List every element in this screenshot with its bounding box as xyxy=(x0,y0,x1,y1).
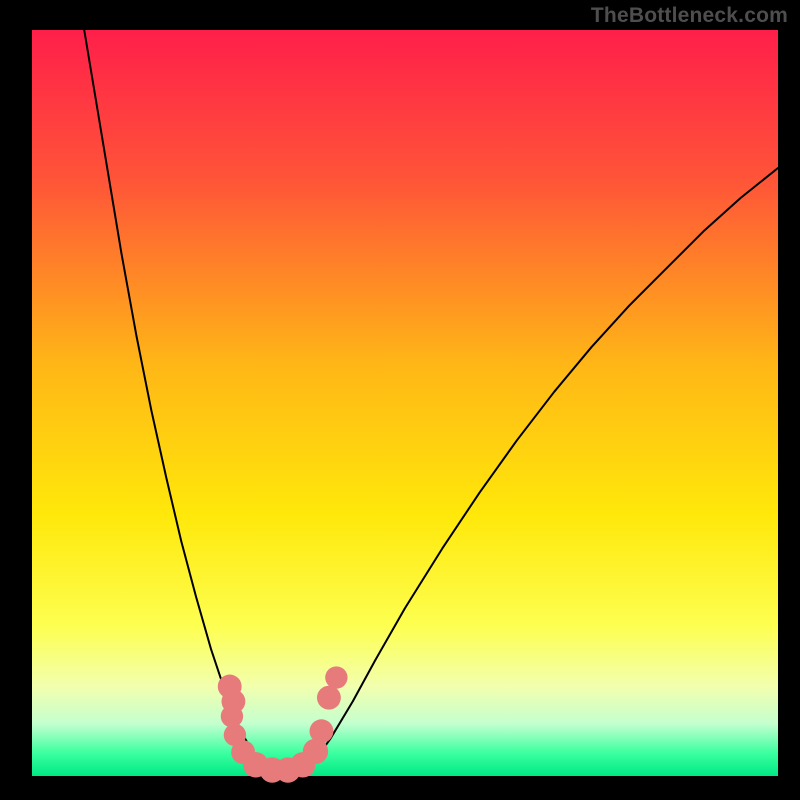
watermark-text: TheBottleneck.com xyxy=(591,4,788,28)
marker-dotM xyxy=(325,666,347,688)
marker-dotL xyxy=(317,686,341,710)
plot-background xyxy=(32,30,778,776)
bottleneck-chart xyxy=(0,0,800,800)
marker-dotK xyxy=(310,719,334,743)
marker-dotC xyxy=(221,705,243,727)
